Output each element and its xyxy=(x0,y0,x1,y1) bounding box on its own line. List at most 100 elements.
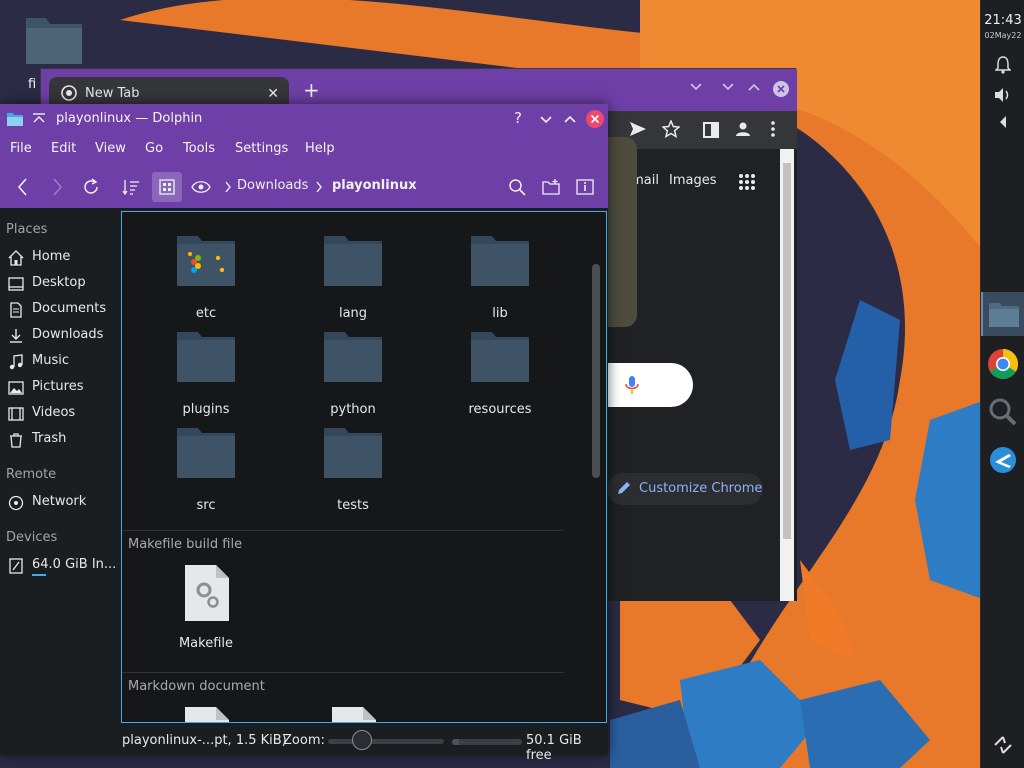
folder-label: etc xyxy=(195,306,217,321)
maximize-icon[interactable] xyxy=(747,81,761,96)
sidebar-item-desktop[interactable]: Desktop xyxy=(0,272,121,296)
reload-icon[interactable] xyxy=(78,174,104,200)
minimize-icon[interactable] xyxy=(539,114,553,129)
close-tab-icon[interactable]: ✕ xyxy=(267,86,279,102)
sidebar-item-drive[interactable]: 64.0 GiB In... xyxy=(0,554,121,578)
preview-eye-icon[interactable] xyxy=(188,174,214,200)
folder-icon xyxy=(470,232,530,292)
drive-icon xyxy=(8,558,24,574)
close-window-icon[interactable] xyxy=(772,80,790,102)
customize-chrome-label: Customize Chrome xyxy=(639,481,763,496)
folder-icon xyxy=(323,328,383,388)
profile-icon[interactable] xyxy=(735,121,751,141)
bookmark-star-icon[interactable] xyxy=(661,119,681,142)
desktop-icon-label[interactable]: fi xyxy=(28,77,36,92)
menu-help[interactable]: Help xyxy=(305,141,335,156)
search-icon[interactable] xyxy=(504,174,530,200)
minimize-icon[interactable] xyxy=(721,81,735,96)
zoom-slider[interactable] xyxy=(328,739,444,744)
file-view-scrollbar[interactable] xyxy=(592,264,600,478)
breadcrumb-downloads[interactable]: Downloads xyxy=(237,178,308,193)
new-tab-icon[interactable]: + xyxy=(303,78,320,102)
sidebar-item-documents[interactable]: Documents xyxy=(0,298,121,322)
side-panel-icon[interactable] xyxy=(703,122,719,142)
sidebar-item-label: Videos xyxy=(32,405,76,420)
group-header: Markdown document xyxy=(128,679,265,694)
dolphin-titlebar[interactable]: playonlinux — Dolphin ? xyxy=(0,104,608,134)
sort-icon[interactable] xyxy=(118,174,144,200)
markdown-file-icon xyxy=(184,706,230,722)
dolphin-app-icon[interactable] xyxy=(6,111,24,131)
menu-go[interactable]: Go xyxy=(145,141,163,156)
zoom-label: Zoom: xyxy=(283,733,325,748)
volume-icon[interactable] xyxy=(981,84,1024,106)
new-folder-icon[interactable] xyxy=(538,174,564,200)
clock-date[interactable]: 02May22 xyxy=(981,31,1024,40)
free-space-label: 50.1 GiB free xyxy=(526,733,582,763)
documents-icon xyxy=(8,302,24,318)
group-header: Makefile build file xyxy=(128,537,243,552)
help-icon[interactable]: ? xyxy=(514,109,522,127)
sidebar-item-network[interactable]: Network xyxy=(0,491,121,515)
folder-label: lib xyxy=(492,306,508,321)
info-panel-icon[interactable] xyxy=(572,174,598,200)
microphone-icon[interactable] xyxy=(625,375,639,399)
remote-header: Remote xyxy=(6,467,57,482)
tab-search-icon[interactable] xyxy=(689,81,703,96)
menu-tools[interactable]: Tools xyxy=(183,141,215,156)
file-view[interactable]: etc lang lib plugins python resources sr… xyxy=(121,211,607,723)
customize-chrome-button[interactable]: Customize Chrome xyxy=(607,473,763,505)
menu-kebab-icon[interactable] xyxy=(771,121,775,141)
search-task-icon[interactable] xyxy=(981,392,1024,432)
clock-time[interactable]: 21:43 xyxy=(981,13,1024,28)
apps-grid-icon[interactable] xyxy=(738,173,756,195)
icon-view-toggle[interactable] xyxy=(152,172,182,202)
sidebar-item-trash[interactable]: Trash xyxy=(0,428,121,452)
images-link[interactable]: Images xyxy=(669,173,717,188)
sidebar-item-label: Documents xyxy=(32,301,107,316)
music-icon xyxy=(8,354,24,370)
makefile-icon xyxy=(184,564,230,626)
assistant-icon[interactable] xyxy=(981,730,1024,760)
sidebar-item-music[interactable]: Music xyxy=(0,350,121,374)
status-file-info: playonlinux-...pt, 1.5 KiB) xyxy=(122,733,287,748)
videos-icon xyxy=(8,406,24,422)
trash-icon xyxy=(8,432,24,448)
home-icon xyxy=(8,250,24,266)
app-task-icon[interactable] xyxy=(981,440,1024,480)
menu-view[interactable]: View xyxy=(95,141,126,156)
pictures-icon xyxy=(8,380,24,396)
keep-above-icon[interactable] xyxy=(32,111,46,129)
folder-label: lang xyxy=(338,306,368,321)
sidebar-item-label: 64.0 GiB In... xyxy=(32,557,117,572)
chrome-scroll-thumb[interactable] xyxy=(783,163,791,539)
sidebar-item-home[interactable]: Home xyxy=(0,246,121,270)
send-icon[interactable] xyxy=(629,121,647,141)
menu-edit[interactable]: Edit xyxy=(51,141,76,156)
breadcrumb-playonlinux[interactable]: playonlinux xyxy=(332,178,417,193)
menu-settings[interactable]: Settings xyxy=(235,141,288,156)
folder-icon xyxy=(176,424,236,484)
zoom-slider-handle[interactable] xyxy=(352,730,372,750)
chrome-task-icon[interactable] xyxy=(981,342,1024,386)
group-divider xyxy=(122,672,564,673)
dolphin-task-icon[interactable] xyxy=(981,292,1024,336)
sidebar-item-label: Network xyxy=(32,494,87,509)
bell-icon[interactable] xyxy=(981,54,1024,76)
back-icon[interactable] xyxy=(10,174,36,200)
markdown-file-icon xyxy=(331,706,377,722)
folder-icon xyxy=(470,328,530,388)
sidebar-item-pictures[interactable]: Pictures xyxy=(0,376,121,400)
menu-file[interactable]: File xyxy=(10,141,32,156)
forward-icon[interactable] xyxy=(44,174,70,200)
network-icon xyxy=(8,495,24,511)
maximize-icon[interactable] xyxy=(563,113,577,128)
sidebar-item-videos[interactable]: Videos xyxy=(0,402,121,426)
chrome-scrollbar[interactable] xyxy=(780,149,794,601)
sidebar-item-downloads[interactable]: Downloads xyxy=(0,324,121,348)
arrow-left-icon[interactable] xyxy=(981,112,1024,132)
devices-header: Devices xyxy=(6,530,58,545)
close-window-icon[interactable] xyxy=(585,109,605,133)
desktop-icon xyxy=(8,276,24,292)
sidebar-item-label: Home xyxy=(32,249,71,264)
